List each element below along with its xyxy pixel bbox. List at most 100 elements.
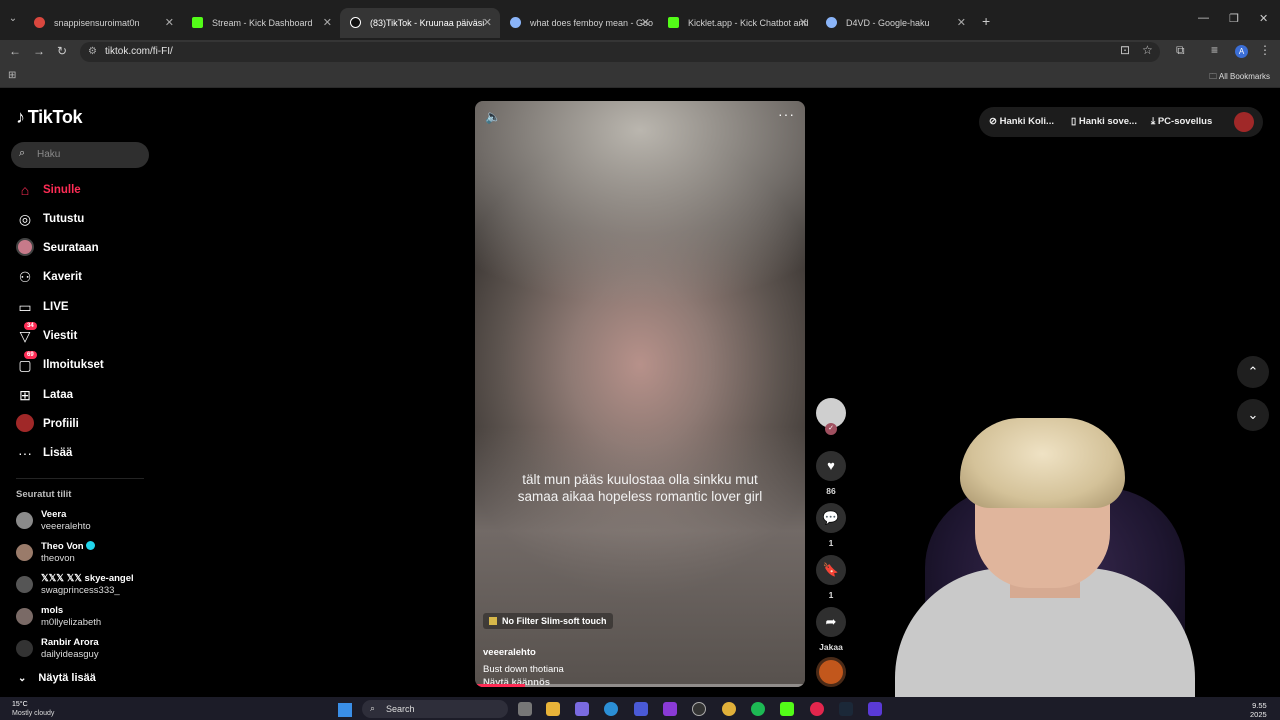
nav-item-seurataan[interactable]: Seurataan	[16, 237, 99, 259]
nav-item-tutustu[interactable]: ◎ Tutustu	[16, 209, 84, 229]
windows-taskbar: 15°C Mostly cloudy ⌕ Search 9.55 2025	[0, 697, 1280, 720]
following-avatar-icon	[16, 237, 34, 259]
bookmark-icon[interactable]: 🔖	[816, 555, 846, 585]
browser-tab[interactable]: Kicklet.app - Kick Chatbot and ✕	[658, 8, 816, 38]
obs-icon[interactable]	[692, 702, 706, 716]
tiktok-logo[interactable]: ♪ TikTok	[16, 107, 83, 128]
file-explorer-icon[interactable]	[546, 702, 560, 716]
video-progress-fill	[475, 684, 525, 687]
friends-icon: ⚇	[18, 268, 32, 285]
app-icon[interactable]	[663, 702, 677, 716]
previous-video-chevron-up-icon[interactable]: ⌃	[1237, 356, 1269, 388]
notifications-badge: 69	[24, 350, 37, 359]
app-icon[interactable]	[868, 702, 882, 716]
taskbar-search-label: Search	[386, 704, 415, 714]
site-info-icon[interactable]: ⚙	[88, 46, 97, 57]
taskbar-search[interactable]: ⌕ Search	[362, 700, 508, 718]
tab-title: D4VD - Google-haku	[846, 18, 930, 28]
chrome-icon[interactable]	[722, 702, 736, 716]
sidebar-divider	[16, 478, 144, 479]
next-video-chevron-down-icon[interactable]: ⌄	[1237, 399, 1269, 431]
new-tab-plus-icon[interactable]: +	[982, 13, 990, 29]
spotify-icon[interactable]	[751, 702, 765, 716]
tab-title: (83)TikTok - Kruunaa päiväsi	[370, 18, 485, 28]
video-author[interactable]: veeeralehto	[483, 647, 536, 658]
bookmarks-bar: ⊞ 🗀 All Bookmarks	[0, 64, 1280, 88]
share-arrow-icon[interactable]: ➦	[816, 607, 846, 637]
edge-icon[interactable]	[604, 702, 618, 716]
tab-title: snappisensuroimat0n	[54, 18, 140, 28]
tab-close-icon[interactable]: ✕	[165, 8, 174, 38]
nav-item-lisaa[interactable]: ··· Lisää	[16, 443, 72, 463]
nav-item-lataa[interactable]: ⊞ Lataa	[16, 385, 73, 405]
copilot-icon[interactable]	[575, 702, 589, 716]
video-more-options-icon[interactable]: ···	[778, 106, 795, 122]
restore-icon[interactable]: ❐	[1229, 12, 1239, 25]
music-disc-icon[interactable]	[816, 657, 846, 687]
account-avatar	[16, 640, 33, 657]
extensions-icon[interactable]: ⧉	[1176, 43, 1185, 58]
profile-avatar[interactable]: A	[1235, 45, 1248, 58]
nav-item-ilmoitukset[interactable]: ▢ 69 Ilmoitukset	[16, 350, 104, 375]
media-controls-icon[interactable]: ≡	[1211, 43, 1218, 57]
bookmark-star-icon[interactable]: ☆	[1142, 43, 1153, 57]
nav-item-profiili[interactable]: Profiili	[16, 413, 79, 434]
nav-item-sinulle[interactable]: ⌂ Sinulle	[16, 180, 81, 200]
search-icon: ⌕	[370, 703, 376, 713]
video-player[interactable]: 🔈 ··· tält mun pääs kuulostaa olla sinkk…	[475, 101, 805, 687]
comment-bubble-icon[interactable]: 💬	[816, 503, 846, 533]
clock-time: 9.55	[1252, 701, 1267, 710]
account-avatar	[16, 544, 33, 561]
windows-start-icon[interactable]	[338, 703, 352, 717]
nav-item-kaverit[interactable]: ⚇ Kaverit	[16, 267, 82, 287]
more-icon: ···	[18, 445, 32, 461]
forward-arrow-icon[interactable]: →	[33, 44, 45, 58]
video-progress-bar[interactable]	[475, 684, 805, 687]
user-avatar[interactable]	[1234, 112, 1254, 132]
nav-label: Seurataan	[43, 242, 99, 254]
like-heart-icon[interactable]: ♥	[816, 451, 846, 481]
all-bookmarks-button[interactable]: 🗀 All Bookmarks	[1209, 71, 1270, 85]
follow-check-icon[interactable]: ✓	[825, 423, 837, 435]
tab-search-chevron-icon[interactable]: ⌄	[6, 13, 20, 27]
browser-tab[interactable]: Stream - Kick Dashboard ✕	[182, 8, 340, 38]
reload-icon[interactable]: ↻	[57, 44, 67, 58]
address-bar[interactable]: ⚙ tiktok.com/fi-FI/	[80, 42, 1160, 62]
steam-icon[interactable]	[839, 702, 853, 716]
task-view-icon[interactable]	[518, 702, 532, 716]
volume-icon[interactable]: 🔈	[485, 109, 501, 125]
opera-icon[interactable]	[810, 702, 824, 716]
chevron-down-icon: ⌄	[18, 673, 27, 684]
tab-close-icon[interactable]: ✕	[483, 8, 492, 38]
browser-tab[interactable]: snappisensuroimat0n ✕	[24, 8, 182, 38]
browser-tab-strip: ⌄ snappisensuroimat0n ✕ Stream - Kick Da…	[0, 0, 1280, 40]
taskbar-clock[interactable]: 9.55 2025	[1250, 701, 1267, 719]
tab-close-icon[interactable]: ✕	[799, 8, 808, 38]
minimize-icon[interactable]: —	[1198, 12, 1209, 24]
store-icon[interactable]	[634, 702, 648, 716]
url-text[interactable]: tiktok.com/fi-FI/	[105, 46, 173, 57]
get-app-button[interactable]: ▯ Hanki sove...	[1071, 116, 1137, 127]
kick-icon[interactable]	[780, 702, 794, 716]
nav-item-live[interactable]: ▭ LIVE	[16, 297, 68, 317]
pc-app-button[interactable]: ⤓ PC-sovellus	[1151, 116, 1212, 127]
address-toolbar: ← → ↻ ⚙ tiktok.com/fi-FI/ ⊡ ☆ ⧉ ≡ ⋮	[0, 40, 1280, 64]
install-app-icon[interactable]: ⊡	[1120, 43, 1130, 57]
weather-widget[interactable]: 15°C Mostly cloudy	[12, 700, 54, 718]
tab-close-icon[interactable]: ✕	[323, 8, 332, 38]
effect-tag[interactable]: No Filter Slim-soft touch	[483, 613, 613, 629]
browser-tab[interactable]: D4VD - Google-haku ✕	[816, 8, 974, 38]
search-input[interactable]: ⌕ Haku	[11, 142, 149, 168]
chrome-menu-icon[interactable]: ⋮	[1259, 43, 1271, 57]
effect-label: No Filter Slim-soft touch	[502, 616, 607, 626]
get-coins-button[interactable]: ⊘ Hanki Koli...	[989, 116, 1054, 127]
browser-tab-active[interactable]: (83)TikTok - Kruunaa päiväsi ✕	[340, 8, 500, 38]
nav-item-viestit[interactable]: ▽ 34 Viestit	[16, 321, 77, 346]
browser-tab[interactable]: what does femboy mean - Goo ✕	[500, 8, 658, 38]
back-arrow-icon[interactable]: ←	[9, 44, 21, 58]
apps-grid-icon[interactable]: ⊞	[8, 70, 16, 81]
tab-close-icon[interactable]: ✕	[641, 8, 650, 38]
tab-close-icon[interactable]: ✕	[957, 8, 966, 38]
show-more-button[interactable]: ⌄ Näytä lisää	[18, 672, 96, 684]
window-close-icon[interactable]: ✕	[1259, 12, 1268, 25]
